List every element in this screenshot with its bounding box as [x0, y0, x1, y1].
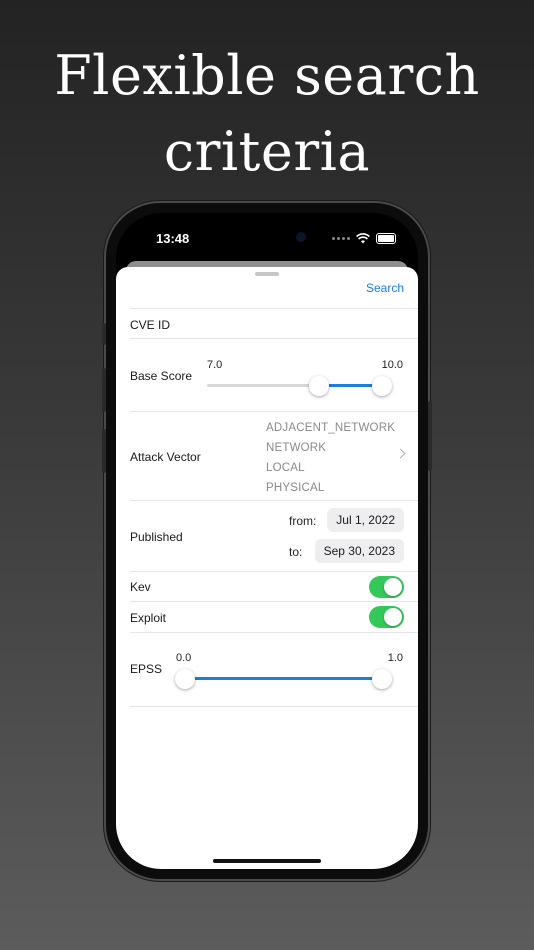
headline: Flexible search criteria	[0, 38, 534, 190]
published-to-label: to:	[289, 545, 303, 559]
published-from-date-picker[interactable]: Jul 1, 2022	[327, 508, 404, 532]
published-row: Published from: Jul 1, 2022 to: Sep 30, …	[130, 500, 418, 572]
attack-vector-option: LOCAL	[266, 462, 305, 474]
epss-max-value: 1.0	[387, 652, 403, 664]
search-button[interactable]: Search	[366, 281, 404, 295]
volume-up-button	[102, 368, 106, 412]
status-indicators	[332, 233, 396, 244]
base-score-slider[interactable]	[207, 376, 392, 396]
attack-vector-option: ADJACENT_NETWORK	[266, 422, 396, 434]
phone-screen: 13:48 Search CVE ID Base Score 7.0 10.0 …	[116, 213, 418, 869]
battery-icon	[376, 233, 396, 244]
exploit-toggle[interactable]	[369, 606, 404, 628]
volume-down-button	[102, 429, 106, 473]
published-to-date-picker[interactable]: Sep 30, 2023	[314, 539, 404, 563]
base-score-min-value: 7.0	[207, 359, 223, 371]
epss-label: EPSS	[130, 662, 163, 676]
kev-row: Kev	[130, 571, 418, 602]
signal-dots-icon	[332, 237, 350, 240]
home-indicator[interactable]	[213, 859, 321, 863]
chevron-right-icon	[395, 448, 406, 459]
epss-row: EPSS 0.0 1.0	[130, 632, 418, 707]
sheet-grabber[interactable]	[255, 272, 279, 276]
attack-vector-options: ADJACENT_NETWORK NETWORK LOCAL PHYSICAL	[266, 418, 395, 498]
attack-vector-label: Attack Vector	[130, 450, 201, 464]
base-score-max-value: 10.0	[381, 359, 403, 371]
phone-frame: 13:48 Search CVE ID Base Score 7.0 10.0 …	[102, 203, 432, 879]
kev-toggle[interactable]	[369, 576, 404, 598]
attack-vector-row[interactable]: Attack Vector ADJACENT_NETWORK NETWORK L…	[130, 411, 418, 501]
base-score-row: Base Score 7.0 10.0	[130, 338, 418, 412]
epss-min-knob[interactable]	[175, 669, 195, 689]
kev-toggle-knob	[384, 578, 402, 596]
search-sheet: Search CVE ID Base Score 7.0 10.0 Attack…	[116, 267, 418, 869]
wifi-icon	[356, 233, 370, 244]
attack-vector-option: PHYSICAL	[266, 482, 325, 494]
headline-line-1: Flexible search	[54, 44, 480, 107]
exploit-row: Exploit	[130, 601, 418, 633]
mute-switch	[102, 323, 106, 345]
exploit-toggle-knob	[384, 608, 402, 626]
epss-min-value: 0.0	[176, 652, 192, 664]
kev-label: Kev	[130, 580, 151, 594]
cve-id-label: CVE ID	[130, 318, 171, 332]
published-from-label: from:	[289, 514, 317, 528]
status-time: 13:48	[156, 231, 190, 246]
front-camera	[296, 232, 306, 242]
power-button	[428, 401, 432, 471]
base-score-min-knob[interactable]	[309, 376, 329, 396]
epss-range-fill	[185, 677, 382, 680]
epss-max-knob[interactable]	[372, 669, 392, 689]
headline-line-2: criteria	[163, 120, 371, 183]
base-score-max-knob[interactable]	[372, 376, 392, 396]
attack-vector-option: NETWORK	[266, 442, 327, 454]
dynamic-island	[228, 226, 306, 248]
exploit-label: Exploit	[130, 611, 167, 625]
published-label: Published	[130, 530, 183, 544]
cve-id-row[interactable]: CVE ID	[130, 308, 418, 339]
base-score-label: Base Score	[130, 369, 193, 383]
epss-slider[interactable]	[175, 669, 392, 689]
